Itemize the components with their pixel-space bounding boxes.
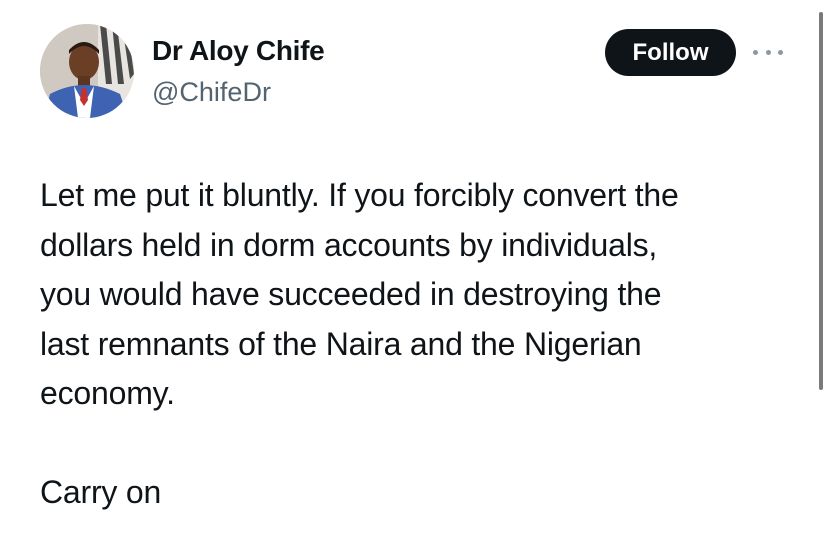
- tweet-line: last remnants of the Naira and the Niger…: [40, 325, 642, 362]
- more-dot: [778, 49, 783, 55]
- tweet-line: economy.: [40, 375, 175, 411]
- profile-photo: [40, 24, 134, 118]
- more-horizontal-icon[interactable]: [753, 46, 783, 58]
- follow-button[interactable]: Follow: [605, 29, 736, 76]
- author-handle[interactable]: @ChifeDr: [152, 75, 271, 109]
- tweet-line: you would have succeeded in destroying t…: [40, 276, 662, 312]
- more-dot: [765, 49, 771, 55]
- more-dot: [753, 49, 758, 55]
- scrollbar-thumb[interactable]: [819, 12, 823, 390]
- tweet-line: dollars held in dorm accounts by individ…: [40, 226, 658, 263]
- tweet-text: Let me put it bluntly. If you forcibly c…: [40, 171, 810, 518]
- tweet-closing-line: Carry on: [40, 474, 162, 510]
- avatar[interactable]: [40, 24, 134, 118]
- author-display-name[interactable]: Dr Aloy Chife: [152, 33, 325, 69]
- tweet-line: Let me put it bluntly. If you forcibly c…: [40, 177, 679, 213]
